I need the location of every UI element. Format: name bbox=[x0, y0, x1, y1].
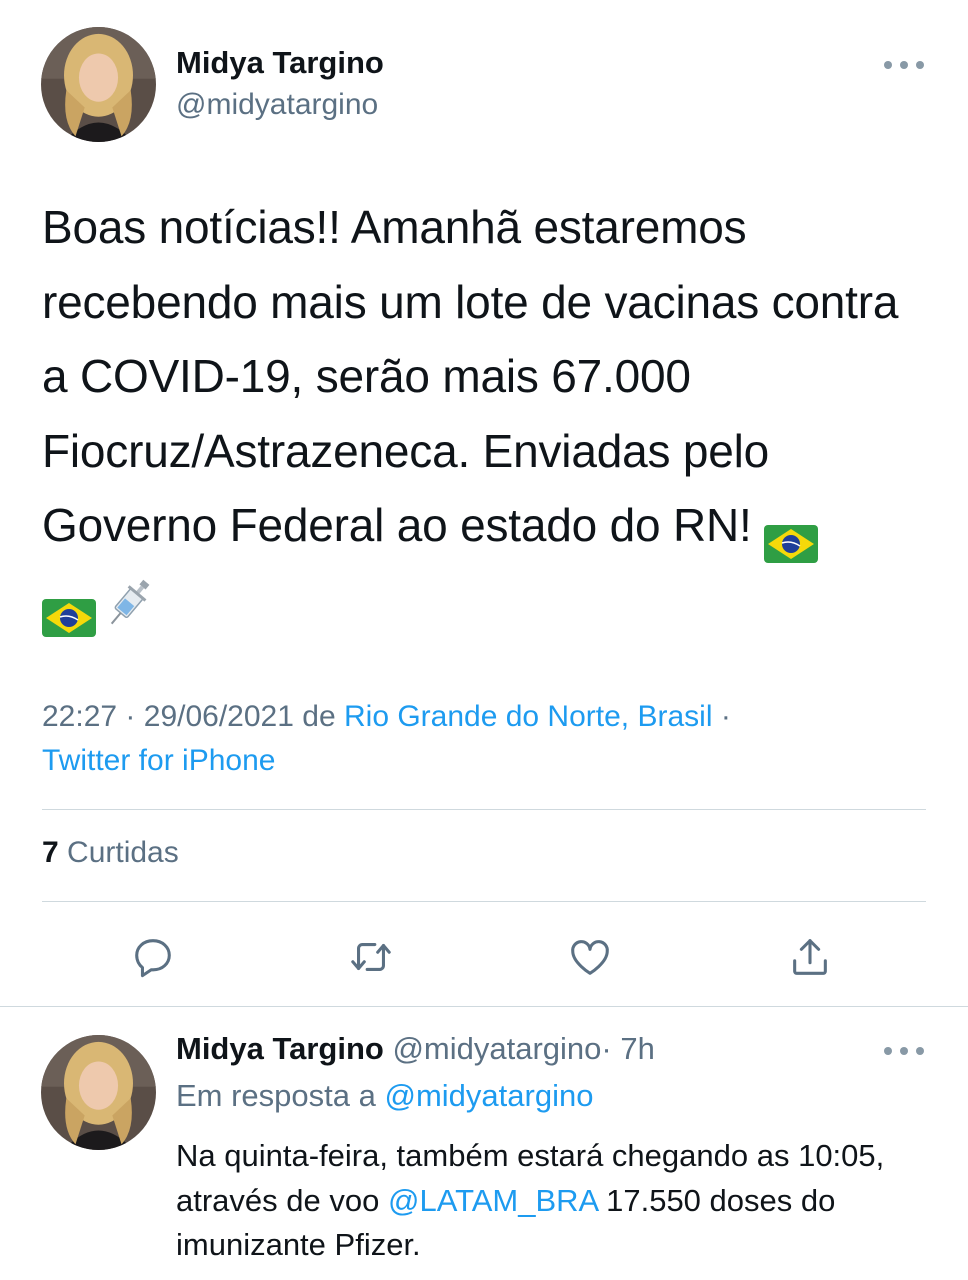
retweet-icon bbox=[351, 943, 391, 971]
reply-button[interactable] bbox=[126, 930, 180, 984]
location-link[interactable]: Rio Grande do Norte, Brasil bbox=[344, 700, 713, 733]
tweet-text-content: Boas notícias!! Amanhã estaremos receben… bbox=[42, 201, 899, 551]
likes-count[interactable]: 7 Curtidas bbox=[42, 836, 179, 870]
author-handle[interactable]: @midyatargino bbox=[176, 88, 378, 122]
divider bbox=[42, 809, 926, 810]
tweet-time: 22:27 bbox=[42, 700, 118, 733]
reply-author-name[interactable]: Midya Targino bbox=[176, 1031, 384, 1066]
mention-link[interactable]: @LATAM_BRA bbox=[388, 1183, 598, 1218]
like-button[interactable] bbox=[563, 930, 617, 984]
more-options-icon[interactable] bbox=[884, 1044, 924, 1058]
meta-separator: · bbox=[720, 700, 731, 733]
source-link[interactable]: Twitter for iPhone bbox=[42, 744, 275, 777]
replying-to: Em resposta a @midyatargino bbox=[176, 1078, 593, 1114]
like-icon bbox=[571, 940, 609, 975]
meta-separator: · bbox=[125, 700, 136, 733]
from-word: de bbox=[302, 700, 336, 733]
reply-author-avatar[interactable] bbox=[41, 1035, 156, 1150]
replying-to-link[interactable]: @midyatargino bbox=[385, 1078, 594, 1113]
share-button[interactable] bbox=[783, 930, 837, 984]
author-name[interactable]: Midya Targino bbox=[176, 45, 384, 81]
divider bbox=[42, 901, 926, 902]
reply-prefix: Em resposta a bbox=[176, 1078, 376, 1113]
share-icon bbox=[793, 939, 827, 975]
reply-author-handle[interactable]: @midyatargino bbox=[392, 1031, 601, 1066]
tweet-text: Boas notícias!! Amanhã estaremos receben… bbox=[42, 190, 922, 638]
author-avatar[interactable] bbox=[41, 27, 156, 142]
tweet-date: 29/06/2021 bbox=[143, 700, 294, 733]
reply-text: Na quinta-feira, também estará chegando … bbox=[176, 1134, 936, 1268]
more-options-icon[interactable] bbox=[884, 58, 924, 72]
tweet-metadata: 22:27 · 29/06/2021 de Rio Grande do Nort… bbox=[42, 695, 922, 783]
syringe-icon bbox=[106, 574, 152, 632]
reply-age: · 7h bbox=[601, 1031, 655, 1066]
brazil-flag-icon bbox=[42, 584, 96, 638]
divider bbox=[0, 1006, 968, 1007]
likes-label: Curtidas bbox=[67, 836, 179, 869]
reply-header: Midya Targino @midyatargino· 7h bbox=[176, 1031, 655, 1067]
likes-number: 7 bbox=[42, 836, 59, 869]
brazil-flag-icon bbox=[764, 510, 819, 563]
reply-icon bbox=[135, 939, 171, 978]
retweet-button[interactable] bbox=[344, 930, 398, 984]
